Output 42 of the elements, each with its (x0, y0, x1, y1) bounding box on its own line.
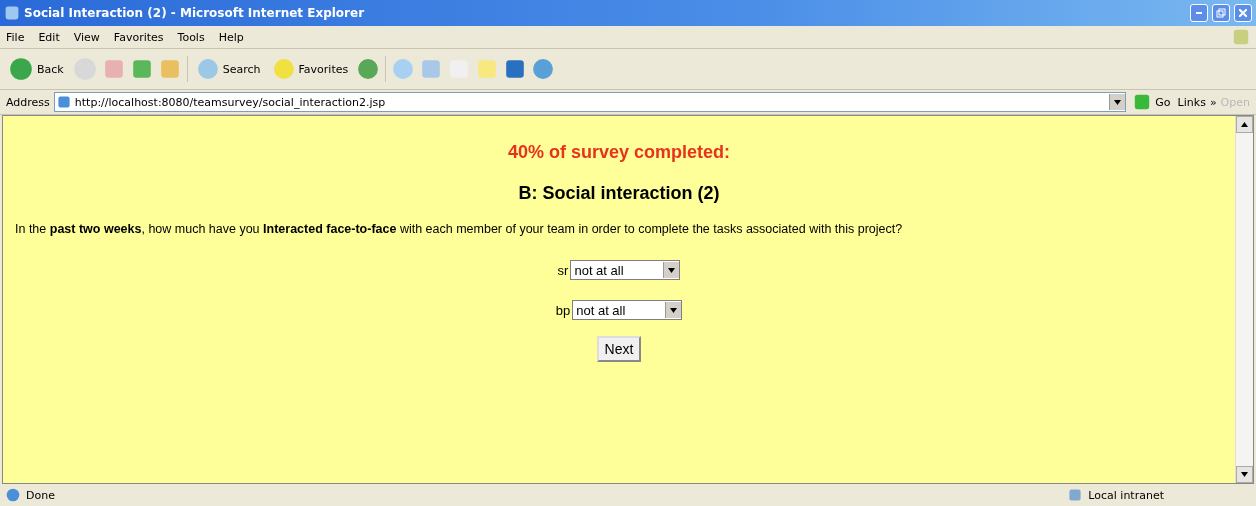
down-arrow-icon (670, 307, 678, 313)
close-icon (1239, 9, 1247, 17)
menu-item[interactable]: Favorites (113, 30, 164, 44)
down-arrow-icon (1241, 472, 1248, 477)
question-text: In the past two weeks, how much have you Interacted face-to-face with each member of your team in order to complete the tasks associated with this project? (15, 222, 903, 236)
next-button[interactable]: Next (596, 336, 642, 362)
dropdown-button[interactable] (663, 262, 680, 278)
more-links-label[interactable]: » (1209, 95, 1217, 109)
restore-button[interactable] (1212, 4, 1230, 22)
menu-item[interactable]: Help (218, 30, 244, 44)
section-heading: B: Social interaction (2) (518, 183, 720, 204)
scrollbar[interactable] (1235, 116, 1253, 483)
status-text: Done (26, 488, 55, 502)
member-label: sr (557, 262, 569, 278)
back-button[interactable]: Back (6, 55, 67, 83)
menu-item[interactable]: File (6, 30, 25, 44)
minimize-button[interactable] (1190, 4, 1208, 22)
favorites-button[interactable]: Favorites (269, 56, 352, 82)
menu-item[interactable]: Tools (177, 30, 205, 44)
restore-icon (1216, 8, 1226, 18)
progress-text: 40% of survey completed: (507, 142, 731, 163)
window-title: Social Interaction (2) - Microsoft Internet Explorer (24, 6, 366, 20)
search-button[interactable]: Search (193, 56, 264, 82)
up-arrow-icon (1241, 122, 1248, 127)
dropdown-button[interactable] (665, 302, 682, 318)
address-label: Address (6, 95, 50, 109)
zone-label: Local intranet (1088, 488, 1164, 502)
answer-dropdown[interactable]: not at all (570, 260, 681, 280)
go-button[interactable]: Go (1130, 91, 1174, 113)
scroll-down-button[interactable] (1236, 466, 1253, 483)
address-field[interactable]: http://localhost:8080/teamsurvey/social_interaction2.jsp (53, 92, 1127, 112)
member-label: bp (555, 302, 571, 318)
dropdown-button[interactable] (1109, 94, 1126, 110)
answer-dropdown[interactable]: not at all (572, 300, 683, 320)
down-arrow-icon (668, 267, 676, 273)
menu-item[interactable]: Edit (38, 30, 60, 44)
menu-item[interactable]: View (73, 30, 100, 44)
scroll-up-button[interactable] (1236, 116, 1253, 133)
close-button[interactable] (1234, 4, 1252, 22)
down-arrow-icon (1114, 99, 1122, 105)
links-label[interactable]: Links (1177, 95, 1206, 109)
minimize-icon (1196, 12, 1202, 14)
